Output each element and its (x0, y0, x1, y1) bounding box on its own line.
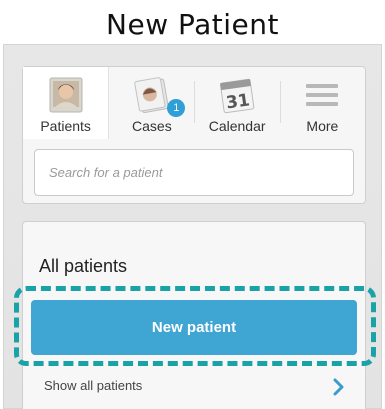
chevron-right-icon[interactable] (333, 378, 345, 396)
tab-more[interactable]: More (280, 67, 365, 139)
patient-photo-icon (49, 77, 83, 113)
tab-patients-label: Patients (40, 118, 91, 134)
tab-more-label: More (306, 118, 339, 134)
page-heading: New Patient (106, 8, 279, 41)
tab-calendar[interactable]: 31 Calendar (195, 67, 280, 139)
cases-count-badge: 1 (167, 99, 186, 117)
menu-lines-icon (306, 84, 339, 106)
all-patients-title: All patients (39, 256, 128, 276)
patient-search-input[interactable] (34, 149, 354, 196)
tab-divider (194, 81, 195, 123)
calendar-icon-day: 31 (225, 90, 251, 113)
calendar-icon: 31 (220, 78, 255, 113)
tab-divider (280, 81, 281, 123)
tab-calendar-label: Calendar (208, 118, 266, 134)
show-all-patients-link[interactable]: Show all patients (44, 378, 142, 393)
new-patient-button[interactable]: New patient (31, 300, 357, 355)
tab-cases-label: Cases (132, 118, 172, 134)
cases-icon (134, 77, 169, 114)
tab-patients[interactable]: Patients (23, 67, 110, 139)
tab-bar: Patients 1 Cases 31 Calendar More (23, 67, 365, 139)
tab-cases[interactable]: 1 Cases (109, 67, 194, 139)
